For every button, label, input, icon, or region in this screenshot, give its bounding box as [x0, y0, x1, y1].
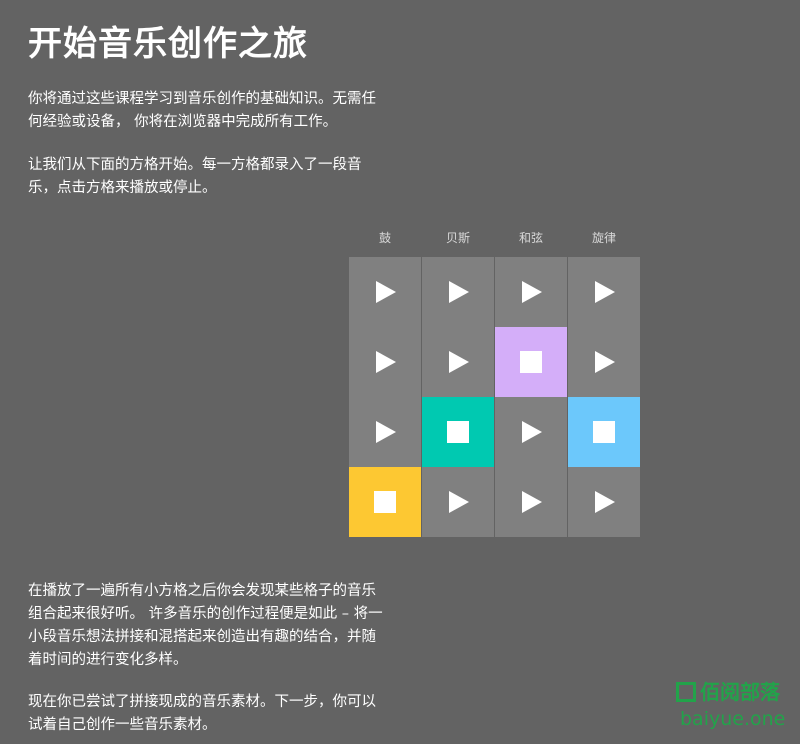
grid-cell-chords-4[interactable] [495, 467, 567, 537]
intro-paragraph-1: 你将通过这些课程学习到音乐创作的基础知识。无需任何经验或设备， 你将在浏览器中完… [28, 91, 376, 130]
play-icon [522, 491, 542, 513]
grid-cell-melody-1[interactable] [568, 257, 640, 327]
column-header-drums: 鼓 [378, 231, 391, 245]
intro-paragraph-2: 让我们从下面的方格开始。每一方格都录入了一段音乐，点击方格来播放或停止。 [28, 157, 362, 196]
column-header-chords: 和弦 [518, 231, 543, 245]
grid-cell-melody-2[interactable] [568, 327, 640, 397]
play-icon [376, 351, 396, 373]
grid-cell-drums-2[interactable] [349, 327, 421, 397]
play-icon [449, 491, 469, 513]
watermark-brand-cn: 佰阅部落 [700, 680, 780, 704]
column-header-bass: 贝斯 [445, 231, 470, 245]
watermark-brand-en: baiyue.one [680, 708, 786, 730]
stop-icon [593, 421, 615, 443]
grid-cell-chords-2[interactable] [495, 327, 567, 397]
play-icon [376, 281, 396, 303]
grid-cell-bass-3[interactable] [422, 397, 494, 467]
play-icon [449, 351, 469, 373]
play-icon [595, 281, 615, 303]
grid-cell-drums-1[interactable] [349, 257, 421, 327]
outro-paragraph-1: 在播放了一遍所有小方格之后你会发现某些格子的音乐组合起来很好听。 许多音乐的创作… [28, 583, 383, 668]
stop-icon [447, 421, 469, 443]
play-icon [449, 281, 469, 303]
grid-cell-bass-4[interactable] [422, 467, 494, 537]
watermark: 佰阅部落 baiyue.one [676, 680, 794, 736]
play-icon [376, 421, 396, 443]
stop-icon [374, 491, 396, 513]
play-icon [522, 421, 542, 443]
watermark-logo-icon [676, 682, 696, 702]
grid-cell-bass-2[interactable] [422, 327, 494, 397]
column-header-melody: 旋律 [591, 231, 616, 245]
music-grid [349, 257, 641, 538]
grid-cell-drums-3[interactable] [349, 397, 421, 467]
grid-cell-drums-4[interactable] [349, 467, 421, 537]
outro-paragraph-2: 现在你已尝试了拼接现成的音乐素材。下一步，你可以试着自己创作一些音乐素材。 [28, 694, 376, 733]
grid-cell-chords-1[interactable] [495, 257, 567, 327]
play-icon [595, 491, 615, 513]
play-icon [595, 351, 615, 373]
play-icon [522, 281, 542, 303]
grid-cell-bass-1[interactable] [422, 257, 494, 327]
page-title: 开始音乐创作之旅 [28, 24, 308, 64]
stop-icon [520, 351, 542, 373]
grid-cell-melody-4[interactable] [568, 467, 640, 537]
grid-cell-melody-3[interactable] [568, 397, 640, 467]
grid-column-headers: 鼓 贝斯 和弦 旋律 [349, 229, 641, 249]
grid-cell-chords-3[interactable] [495, 397, 567, 467]
